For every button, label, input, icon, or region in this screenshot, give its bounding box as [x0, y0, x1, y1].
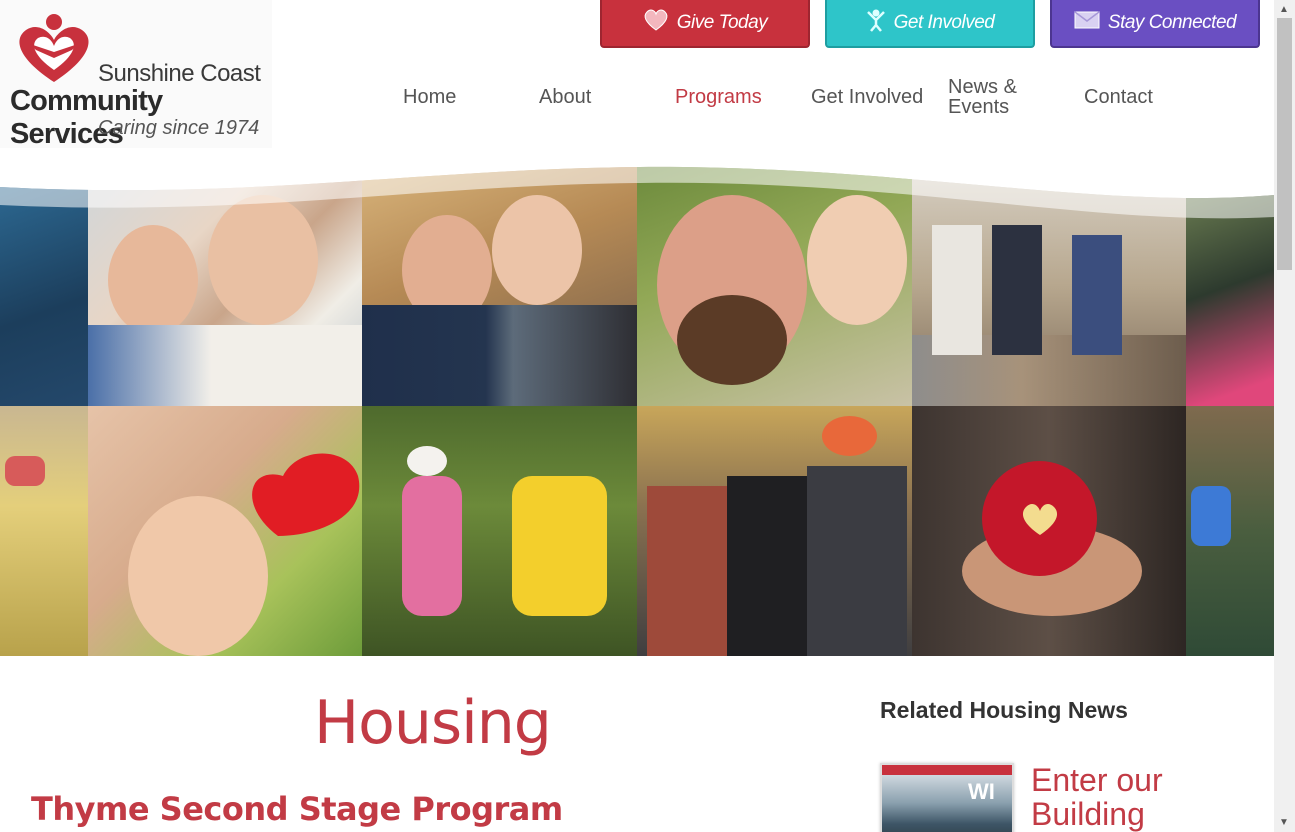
- envelope-icon: [1074, 11, 1100, 35]
- logo-heart-icon: [19, 14, 89, 82]
- related-news-heading: Related Housing News: [880, 697, 1128, 723]
- hero-photo-collage: [0, 165, 1274, 656]
- get-involved-label: Get Involved: [893, 12, 995, 33]
- photo-tile: [912, 406, 1186, 656]
- section-heading: Thyme Second Stage Program: [31, 790, 563, 828]
- get-involved-button[interactable]: Get Involved: [825, 0, 1035, 48]
- photo-tile: [637, 406, 912, 656]
- site-logo[interactable]: Sunshine Coast Community Services Caring…: [0, 0, 272, 150]
- photo-tile: [0, 406, 88, 656]
- photo-tile: [1186, 406, 1274, 656]
- photo-tile: [362, 406, 637, 656]
- heart-icon: [643, 8, 669, 38]
- stay-connected-button[interactable]: Stay Connected: [1050, 0, 1260, 48]
- nav-item-home[interactable]: Home: [403, 87, 456, 107]
- news-thumbnail[interactable]: WI: [880, 763, 1014, 832]
- news-item-title[interactable]: Enter our Building: [1031, 763, 1251, 831]
- page-scrollbar[interactable]: ▲ ▼: [1274, 0, 1295, 832]
- give-today-label: Give Today: [676, 12, 768, 33]
- nav-item-news-events[interactable]: News & Events: [948, 77, 1017, 117]
- scroll-thumb[interactable]: [1277, 18, 1292, 270]
- nav-item-get-involved[interactable]: Get Involved: [811, 87, 923, 107]
- nav-item-about[interactable]: About: [539, 87, 591, 107]
- scroll-up-arrow-icon[interactable]: ▲: [1279, 4, 1289, 15]
- stay-connected-label: Stay Connected: [1107, 12, 1237, 33]
- give-today-button[interactable]: Give Today: [600, 0, 810, 48]
- news-thumbnail-text: WI: [968, 779, 995, 804]
- nav-item-programs[interactable]: Programs: [675, 87, 762, 107]
- nav-news-line2: Events: [948, 96, 1010, 118]
- photo-tile: [88, 406, 362, 656]
- person-icon: [866, 8, 886, 38]
- logo-tagline: Caring since 1974: [98, 117, 260, 139]
- page-title: Housing: [314, 688, 552, 758]
- logo-text-line1: Sunshine Coast: [98, 60, 261, 87]
- scroll-down-arrow-icon[interactable]: ▼: [1279, 817, 1289, 828]
- nav-news-line1: News &: [948, 76, 1017, 98]
- hero-wave-overlay: [0, 165, 1274, 219]
- nav-item-contact[interactable]: Contact: [1084, 87, 1153, 107]
